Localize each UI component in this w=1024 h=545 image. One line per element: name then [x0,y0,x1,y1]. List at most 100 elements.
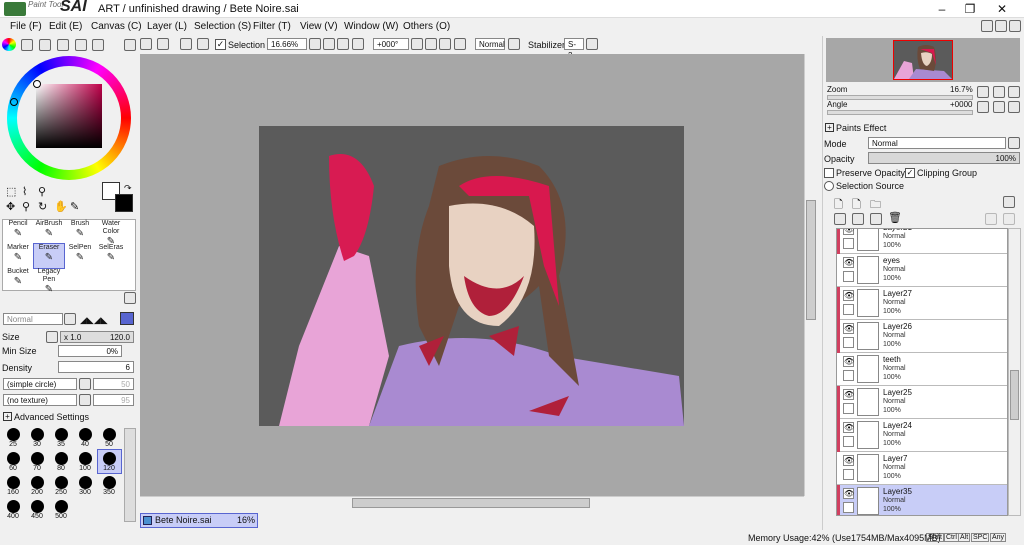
deselect-icon[interactable] [180,38,192,50]
tool-selpen[interactable]: SelPen ✎ [65,244,95,268]
brush-edge-shapes-icon[interactable]: ◢◣◢◣ [80,315,108,326]
close-button[interactable]: ✕ [988,1,1016,17]
clear-layer-icon[interactable] [870,213,882,225]
rotate-left-icon[interactable] [425,38,437,50]
redo-icon[interactable] [157,38,169,50]
saturation-value-box[interactable] [36,84,102,148]
selection-checkbox[interactable]: ✓ [215,39,226,50]
brush-size-400[interactable]: 400 [2,498,25,521]
brush-texture-select[interactable]: (no texture) [3,394,77,406]
angle-field[interactable]: +000° [373,38,409,50]
brush-grid-scrollbar[interactable] [124,428,136,522]
color-rgb-slider-icon[interactable] [21,39,33,51]
brush-size-30[interactable]: 30 [26,426,49,449]
clipping-group-checkbox[interactable]: ✓ [905,168,915,178]
brush-size-35[interactable]: 35 [50,426,73,449]
layer-row[interactable]: 👁 teeth Normal 100% [837,353,1007,386]
layer-lock-icon[interactable] [843,436,854,447]
nav-rotate-right-icon[interactable] [993,101,1005,113]
size-mult-dropdown-icon[interactable] [46,331,58,343]
brush-shape-dropdown-icon[interactable] [79,378,91,390]
artwork[interactable] [259,126,684,426]
nav-zoom-in-icon[interactable] [993,86,1005,98]
maximize-button[interactable]: ❐ [956,1,984,17]
brush-texture-dropdown-icon[interactable] [79,394,91,406]
zoom-reset-icon[interactable] [352,38,364,50]
paints-effect-expand-icon[interactable]: + [825,123,834,132]
scratchpad-icon[interactable] [92,39,104,51]
layer-apply-icon[interactable] [1003,213,1015,225]
layer-row[interactable]: 👁 Layer21Normal 100% [837,229,1007,254]
layer-mode-select[interactable]: Normal [868,137,1006,149]
rotate-icon[interactable]: ↻ [38,200,47,213]
brush-size-80[interactable]: 80 [50,450,73,473]
minimize-button[interactable]: – [928,1,956,17]
menu-layer[interactable]: Layer (L) [147,21,187,32]
angle-dropdown-icon[interactable] [411,38,423,50]
zoom-out-icon[interactable] [323,38,335,50]
tool-pencil[interactable]: Pencil ✎ [3,220,33,244]
layer-lock-icon[interactable] [843,304,854,315]
density-field[interactable]: 6 [58,361,134,373]
color-swatches-icon[interactable] [75,39,87,51]
nav-angle-slider[interactable] [827,110,973,115]
panel-min-button[interactable] [981,20,993,32]
layer-row[interactable]: 👁 eyes Normal 100% [837,254,1007,287]
tool-legacy-pen[interactable]: Legacy Pen ✎ [34,268,64,295]
hscroll-thumb[interactable] [352,498,590,508]
layer-lock-icon[interactable] [843,469,854,480]
flip-icon[interactable] [508,38,520,50]
swap-colors-icon[interactable]: ↷ [124,183,132,194]
eye-icon[interactable]: 👁 [843,455,854,466]
brush-shape-select[interactable]: (simple circle) [3,378,77,390]
tool-marker[interactable]: Marker ✎ [3,244,33,268]
brush-size-450[interactable]: 450 [26,498,49,521]
hue-handle[interactable] [10,98,18,106]
layer-row[interactable]: 👁 Layer25 Normal 100% [837,386,1007,419]
advanced-expand-icon[interactable]: + [3,412,12,421]
brush-size-100[interactable]: 100 [74,450,97,473]
layer-scroll-thumb[interactable] [1010,370,1019,420]
panel-max-button[interactable] [995,20,1007,32]
layer-opacity-slider[interactable]: 100% [868,152,1020,164]
brush-size-200[interactable]: 200 [26,474,49,497]
tool-brush[interactable]: Brush ✎ [65,220,95,244]
brush-size-160[interactable]: 160 [2,474,25,497]
move-icon[interactable]: ✥ [6,200,15,213]
selection-source-radio[interactable] [824,181,834,191]
zoom-dropdown-icon[interactable] [309,38,321,50]
canvas-blend-field[interactable]: Normal [475,38,505,50]
advanced-settings-label[interactable]: Advanced Settings [14,412,89,422]
layer-row[interactable]: 👁 Layer27 Normal 100% [837,287,1007,320]
eye-icon[interactable]: 👁 [843,290,854,301]
min-size-field[interactable]: 0% [58,345,122,357]
rect-select-icon[interactable]: ⬚ [6,185,16,198]
layer-panel-options-icon[interactable] [1003,196,1015,208]
eyedropper-icon[interactable]: ✎ [70,200,79,213]
merge-down-icon[interactable] [852,213,864,225]
document-tab[interactable]: Bete Noire.sai 16% [140,513,258,528]
zoom-in-icon[interactable] [337,38,349,50]
preserve-opacity-checkbox[interactable] [824,168,834,178]
layer-lock-icon[interactable] [843,238,854,249]
tool-seleras[interactable]: SelEras ✎ [96,244,126,268]
layer-row[interactable]: 👁 Layer35 Normal 100% [837,485,1007,515]
tool-eraser[interactable]: Eraser ✎ [33,243,65,269]
lasso-icon[interactable]: ⌇ [22,185,27,198]
eye-icon[interactable]: 👁 [843,422,854,433]
brush-size-50[interactable]: 50 [98,426,121,449]
vscroll-thumb[interactable] [806,200,816,320]
color-picker-handle[interactable] [33,80,41,88]
layer-row[interactable]: 👁 Layer26 Normal 100% [837,320,1007,353]
color-palette-icon[interactable] [57,39,69,51]
menu-view[interactable]: View (V) [300,21,338,32]
nav-rotate-reset-icon[interactable] [1008,101,1020,113]
paints-effect-label[interactable]: Paints Effect [836,123,886,133]
brush-size-120[interactable]: 120 [97,449,122,474]
nav-zoom-reset-icon[interactable] [1008,86,1020,98]
hand-icon[interactable]: ✋ [54,200,68,213]
eye-icon[interactable]: 👁 [843,389,854,400]
invert-selection-icon[interactable] [197,38,209,50]
eye-icon[interactable]: 👁 [843,488,854,499]
brush-size-60[interactable]: 60 [2,450,25,473]
